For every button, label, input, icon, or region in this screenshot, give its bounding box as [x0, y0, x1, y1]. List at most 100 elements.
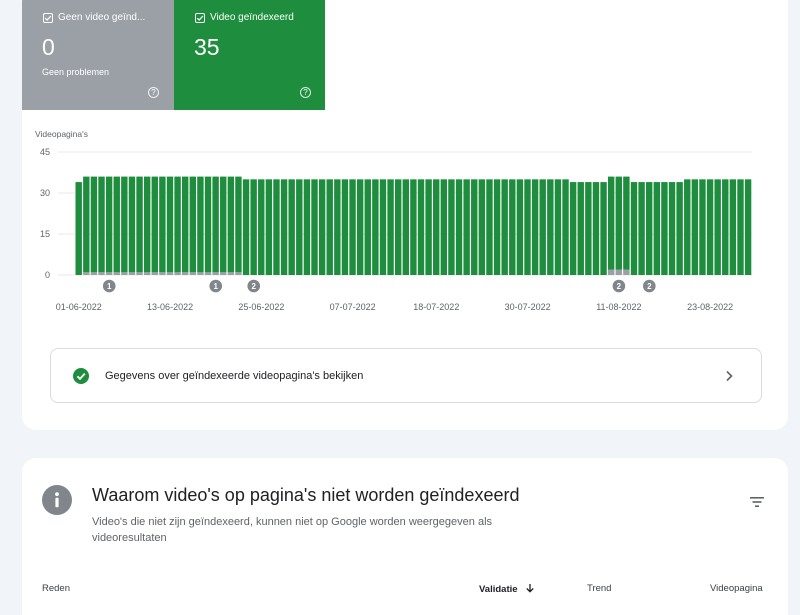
bar-indexed	[90, 176, 98, 273]
bar-indexed	[737, 179, 744, 275]
bar-indexed	[722, 179, 729, 275]
column-header-trend[interactable]: Trend	[587, 583, 611, 594]
annotation-label: 2	[617, 282, 622, 291]
bar-indexed	[303, 179, 311, 275]
bar-indexed	[242, 179, 250, 275]
bar-indexed	[288, 179, 295, 275]
coverage-card: Geen video geïnd... 0 Geen problemen ? V…	[22, 0, 788, 430]
bar-indexed	[539, 179, 546, 275]
bar-indexed	[174, 176, 181, 273]
bar-indexed	[615, 176, 622, 270]
bar-indexed	[265, 179, 273, 275]
bar-indexed	[471, 179, 478, 275]
bar-indexed	[410, 179, 417, 275]
bar-indexed	[387, 179, 394, 275]
bar-not-indexed	[174, 272, 181, 275]
y-tick-label: 30	[40, 188, 50, 198]
bar-indexed	[554, 179, 562, 275]
x-tick-label: 25-06-2022	[238, 302, 284, 312]
bar-not-indexed	[189, 272, 197, 275]
bar-indexed	[136, 176, 143, 273]
x-tick-label: 13-06-2022	[147, 302, 193, 312]
bar-not-indexed	[227, 272, 235, 275]
bar-indexed	[121, 176, 128, 273]
x-tick-label: 30-07-2022	[505, 302, 551, 312]
x-tick-label: 01-06-2022	[56, 302, 102, 312]
bar-indexed	[706, 179, 714, 275]
bar-indexed	[151, 176, 158, 273]
column-header-pages[interactable]: Videopagina	[710, 583, 763, 594]
bar-not-indexed	[128, 272, 136, 275]
info-icon	[42, 485, 72, 515]
bar-indexed	[227, 176, 235, 273]
bar-indexed	[197, 176, 204, 273]
bar-indexed	[448, 179, 455, 275]
x-tick-label: 23-08-2022	[687, 302, 733, 312]
bar-indexed	[577, 182, 584, 275]
bar-indexed	[341, 179, 349, 275]
bar-indexed	[273, 179, 280, 275]
bar-indexed	[326, 179, 333, 275]
bar-indexed	[83, 176, 90, 273]
bar-indexed	[334, 179, 341, 275]
bar-indexed	[638, 182, 645, 275]
bar-indexed	[592, 182, 600, 275]
y-tick-label: 15	[40, 229, 50, 239]
y-axis-label: Videopagina's	[35, 129, 88, 139]
annotation-label: 2	[647, 282, 652, 291]
filter-icon[interactable]	[749, 495, 765, 514]
bar-not-indexed	[136, 272, 143, 275]
x-tick-label: 18-07-2022	[413, 302, 459, 312]
bar-indexed	[600, 182, 607, 275]
details-link-label: Gegevens over geïndexeerde videopagina's…	[105, 370, 364, 382]
indexed-details-link[interactable]: Gegevens over geïndexeerde videopagina's…	[50, 348, 762, 403]
check-circle-icon	[73, 368, 89, 384]
bar-indexed	[714, 179, 721, 275]
bar-indexed	[349, 179, 356, 275]
bar-indexed	[630, 182, 638, 275]
annotation-label: 1	[213, 282, 218, 291]
bar-indexed	[425, 179, 432, 275]
bar-indexed	[676, 182, 683, 275]
bar-not-indexed	[83, 272, 90, 275]
bar-indexed	[455, 179, 463, 275]
bar-not-indexed	[235, 272, 242, 275]
bar-indexed	[699, 179, 706, 275]
video-pages-chart: Videopagina's 45 30 15 0 1 1 2 2 2 01-06-2022 13-06…	[35, 129, 752, 312]
bar-indexed	[493, 179, 501, 275]
column-header-reason[interactable]: Reden	[42, 583, 70, 594]
bar-indexed	[653, 182, 661, 275]
bar-indexed	[296, 179, 303, 275]
y-tick-label: 45	[40, 147, 50, 157]
bar-indexed	[311, 179, 318, 275]
bar-not-indexed	[113, 272, 120, 275]
annotation-label: 1	[107, 282, 112, 291]
bar-indexed	[729, 179, 737, 275]
bar-indexed	[204, 176, 212, 273]
bar-indexed	[75, 182, 82, 275]
bar-indexed	[486, 179, 493, 275]
bar-indexed	[463, 179, 470, 275]
bar-not-indexed	[121, 272, 128, 275]
issues-title: Waarom video's op pagina's niet worden g…	[92, 485, 520, 505]
column-header-validation[interactable]: Validatie	[479, 583, 535, 595]
bar-indexed	[691, 179, 699, 275]
bar-indexed	[509, 179, 516, 275]
bar-indexed	[105, 176, 113, 273]
bar-not-indexed	[105, 272, 113, 275]
bar-not-indexed	[98, 272, 105, 275]
bar-indexed	[646, 182, 653, 275]
bar-not-indexed	[181, 272, 189, 275]
bar-indexed	[159, 176, 166, 273]
bar-indexed	[250, 179, 257, 275]
bar-indexed	[531, 179, 539, 275]
bar-indexed	[379, 179, 387, 275]
bar-indexed	[562, 179, 569, 275]
bar-indexed	[478, 179, 486, 275]
bar-indexed	[516, 179, 524, 275]
bar-indexed	[364, 179, 371, 275]
bar-indexed	[235, 176, 242, 273]
y-tick-label: 0	[45, 270, 50, 280]
bar-indexed	[98, 176, 105, 273]
chevron-right-icon	[719, 366, 739, 391]
